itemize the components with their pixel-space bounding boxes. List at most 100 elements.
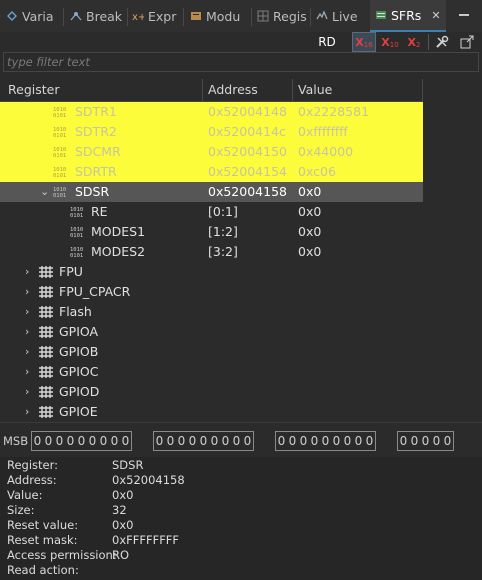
svg-text:0101: 0101 bbox=[70, 253, 83, 258]
bit[interactable]: 0 bbox=[120, 432, 131, 450]
minimize-icon[interactable] bbox=[459, 14, 469, 16]
bit[interactable]: 0 bbox=[342, 432, 353, 450]
chevron-right-icon[interactable]: › bbox=[25, 402, 29, 422]
export-icon[interactable] bbox=[458, 32, 476, 52]
field-name: MODES1 bbox=[91, 224, 146, 239]
tab-breakpoints[interactable]: Break bbox=[70, 0, 122, 32]
binary-format-button[interactable]: X2 bbox=[404, 32, 424, 52]
list-item[interactable]: › GPIOA bbox=[0, 322, 423, 342]
bit[interactable]: 0 bbox=[220, 432, 231, 450]
peripheral-name: GPIOE bbox=[59, 404, 98, 419]
table-row[interactable]: 1010 0101 MODES2 [3:2] 0x0 bbox=[0, 242, 423, 262]
tab-modules[interactable]: Modu bbox=[190, 0, 240, 32]
bit[interactable]: 0 bbox=[87, 432, 98, 450]
column-header-register[interactable]: Register bbox=[8, 79, 59, 101]
bit[interactable]: 0 bbox=[298, 432, 309, 450]
bit[interactable]: 0 bbox=[198, 432, 209, 450]
bit[interactable]: 0 bbox=[54, 432, 65, 450]
bit[interactable]: 0 bbox=[309, 432, 320, 450]
peripheral-name: FPU_CPACR bbox=[59, 284, 131, 299]
chevron-right-icon[interactable]: › bbox=[25, 362, 29, 382]
chevron-right-icon[interactable]: › bbox=[25, 282, 29, 302]
sfrs-icon bbox=[376, 11, 386, 19]
close-icon[interactable]: ✕ bbox=[431, 9, 440, 22]
register-address: 0x5200414c bbox=[208, 124, 286, 139]
register-name: SDCMR bbox=[75, 144, 121, 159]
table-row[interactable]: 1010 0101 SDTR2 0x5200414c 0xffffffff bbox=[0, 122, 423, 142]
bit[interactable]: 0 bbox=[242, 432, 253, 450]
tab-sfrs[interactable]: SFRs ✕ bbox=[370, 0, 446, 32]
list-item[interactable]: › FPU_CPACR bbox=[0, 282, 423, 302]
tab-registers[interactable]: Regis bbox=[257, 0, 307, 32]
tab-live-expressions[interactable]: Live bbox=[316, 0, 358, 32]
decimal-format-button[interactable]: X 10 bbox=[379, 32, 401, 52]
chevron-right-icon[interactable]: › bbox=[25, 382, 29, 402]
register-icon: 10100101 bbox=[53, 127, 66, 138]
tab-expressions[interactable]: x+ Expr bbox=[132, 0, 176, 32]
list-item[interactable]: › GPIOB bbox=[0, 342, 423, 362]
peripheral-icon bbox=[39, 386, 53, 398]
configure-icon[interactable] bbox=[433, 32, 451, 52]
list-item[interactable]: › Flash bbox=[0, 302, 423, 322]
column-header-value[interactable]: Value bbox=[298, 79, 332, 101]
bit[interactable]: 0 bbox=[442, 432, 453, 450]
bit[interactable]: 0 bbox=[209, 432, 220, 450]
detail-label: Value: bbox=[7, 488, 43, 502]
peripheral-icon bbox=[39, 326, 53, 338]
bit[interactable]: 0 bbox=[109, 432, 120, 450]
svg-text:0101: 0101 bbox=[53, 173, 66, 178]
register-name: SDTR2 bbox=[75, 124, 117, 139]
bit[interactable]: 0 bbox=[65, 432, 76, 450]
bit[interactable]: 0 bbox=[98, 432, 109, 450]
hex-format-button[interactable]: X 16 bbox=[352, 32, 376, 52]
table-row[interactable]: 1010 0101 MODES1 [1:2] 0x0 bbox=[0, 222, 423, 242]
bit[interactable]: 0 bbox=[176, 432, 187, 450]
bit[interactable]: 0 bbox=[76, 432, 87, 450]
list-item[interactable]: › GPIOC bbox=[0, 362, 423, 382]
peripheral-icon bbox=[39, 346, 53, 358]
bit[interactable]: 0 bbox=[353, 432, 364, 450]
field-bits: [0:1] bbox=[208, 204, 238, 219]
list-item[interactable]: › GPIOE bbox=[0, 402, 423, 422]
list-item[interactable]: › FPU bbox=[0, 262, 423, 282]
svg-text:0101: 0101 bbox=[70, 213, 83, 218]
detail-value: 0x52004158 bbox=[112, 473, 185, 487]
detail-label: Read action: bbox=[7, 563, 79, 577]
table-row[interactable]: 1010 0101 SDTR1 0x52004148 0x2228581 bbox=[0, 102, 423, 122]
filter-input[interactable]: type filter text bbox=[3, 52, 479, 72]
table-row[interactable]: 1010 0101 SDCMR 0x52004150 0x44000 bbox=[0, 142, 423, 162]
register-value: 0xffffffff bbox=[298, 124, 348, 139]
bit[interactable]: 0 bbox=[409, 432, 420, 450]
bit[interactable]: 0 bbox=[32, 432, 43, 450]
chevron-right-icon[interactable]: › bbox=[25, 302, 29, 322]
peripheral-icon bbox=[39, 406, 53, 418]
expressions-icon: x+ bbox=[132, 12, 144, 22]
rd-button[interactable]: RD bbox=[313, 32, 341, 52]
bit[interactable]: 0 bbox=[276, 432, 287, 450]
tab-variables[interactable]: Varia bbox=[6, 0, 54, 32]
bit[interactable]: 0 bbox=[187, 432, 198, 450]
list-item[interactable]: › GPIOD bbox=[0, 382, 423, 402]
bit[interactable]: 0 bbox=[287, 432, 298, 450]
chevron-right-icon[interactable]: › bbox=[25, 342, 29, 362]
column-header-address[interactable]: Address bbox=[208, 79, 258, 101]
tree-scrollbar-area[interactable] bbox=[423, 79, 482, 422]
bit[interactable]: 0 bbox=[154, 432, 165, 450]
bit[interactable]: 0 bbox=[420, 432, 431, 450]
bit[interactable]: 0 bbox=[320, 432, 331, 450]
bit[interactable]: 0 bbox=[431, 432, 442, 450]
bit[interactable]: 0 bbox=[398, 432, 409, 450]
chevron-down-icon[interactable]: ⌄ bbox=[40, 182, 49, 202]
chevron-right-icon[interactable]: › bbox=[25, 322, 29, 342]
field-bits: [1:2] bbox=[208, 224, 238, 239]
bit[interactable]: 0 bbox=[364, 432, 375, 450]
table-row-selected[interactable]: ⌄ 1010 0101 SDSR 0x52004158 0x0 bbox=[0, 182, 423, 202]
chevron-right-icon[interactable]: › bbox=[25, 262, 29, 282]
bit[interactable]: 0 bbox=[331, 432, 342, 450]
field-value: 0x0 bbox=[298, 204, 322, 219]
table-row[interactable]: 1010 0101 RE [0:1] 0x0 bbox=[0, 202, 423, 222]
table-row[interactable]: 1010 0101 SDRTR 0x52004154 0xc06 bbox=[0, 162, 423, 182]
bit[interactable]: 0 bbox=[165, 432, 176, 450]
bit[interactable]: 0 bbox=[231, 432, 242, 450]
bit[interactable]: 0 bbox=[43, 432, 54, 450]
